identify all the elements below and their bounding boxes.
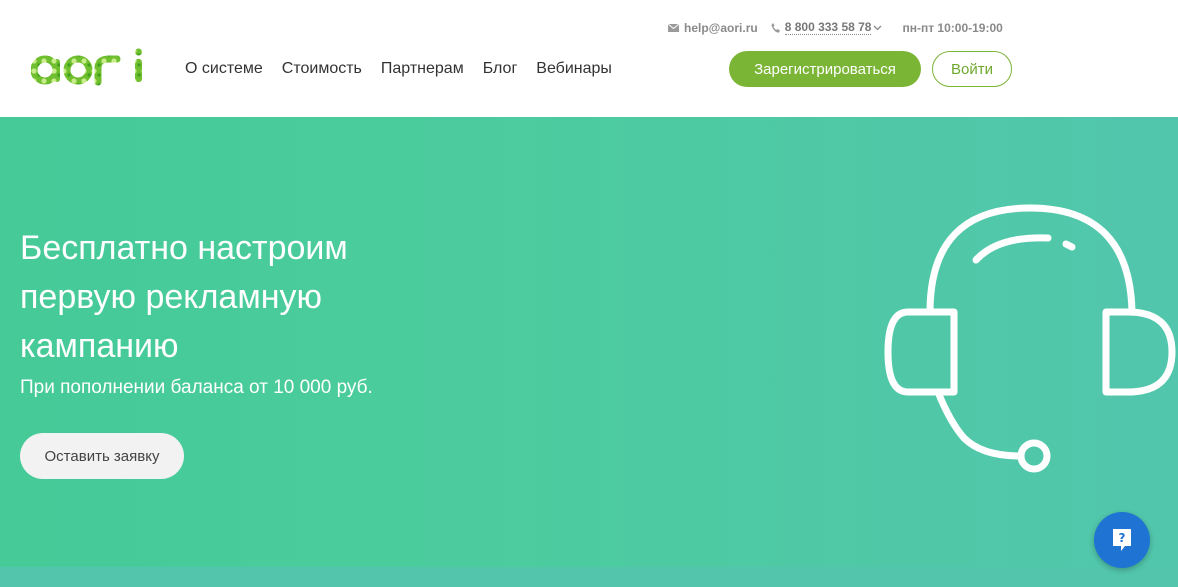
- email-contact[interactable]: help@aori.ru: [668, 21, 758, 35]
- nav-item-webinars[interactable]: Вебинары: [536, 59, 612, 79]
- register-button[interactable]: Зарегистрироваться: [729, 51, 921, 87]
- nav-item-blog[interactable]: Блог: [483, 59, 518, 79]
- mail-icon: [668, 23, 679, 32]
- svg-text:?: ?: [1119, 531, 1126, 545]
- help-chat-button[interactable]: ?: [1094, 512, 1150, 568]
- nav-item-about[interactable]: О системе: [185, 59, 263, 79]
- site-header: О системе Стоимость Партнерам Блог Вебин…: [0, 0, 1178, 117]
- phone-text: 8 800 333 58 78: [784, 20, 872, 35]
- nav-item-partners[interactable]: Партнерам: [381, 59, 464, 79]
- main-nav: О системе Стоимость Партнерам Блог Вебин…: [185, 59, 612, 79]
- email-text: help@aori.ru: [684, 20, 758, 35]
- submit-request-button[interactable]: Оставить заявку: [20, 433, 184, 479]
- headset-icon: [884, 204, 1176, 473]
- logo[interactable]: [31, 48, 147, 88]
- hero-title: Бесплатно настроим первую рекламную камп…: [20, 229, 348, 365]
- nav-item-pricing[interactable]: Стоимость: [282, 59, 362, 79]
- hero-subtitle: При пополнении баланса от 10 000 руб.: [20, 377, 373, 398]
- phone-contact[interactable]: 8 800 333 58 78: [771, 20, 883, 35]
- phone-icon: [771, 22, 780, 33]
- hero-banner: Бесплатно настроим первую рекламную камп…: [0, 117, 1178, 567]
- working-hours: пн-пт 10:00-19:00: [902, 20, 1003, 35]
- section-divider: [0, 567, 1178, 587]
- login-button[interactable]: Войти: [932, 51, 1012, 87]
- help-icon: ?: [1113, 529, 1131, 551]
- chevron-down-icon[interactable]: [873, 25, 882, 31]
- contact-bar: help@aori.ru 8 800 333 58 78 пн-пт 10:00…: [668, 20, 1003, 35]
